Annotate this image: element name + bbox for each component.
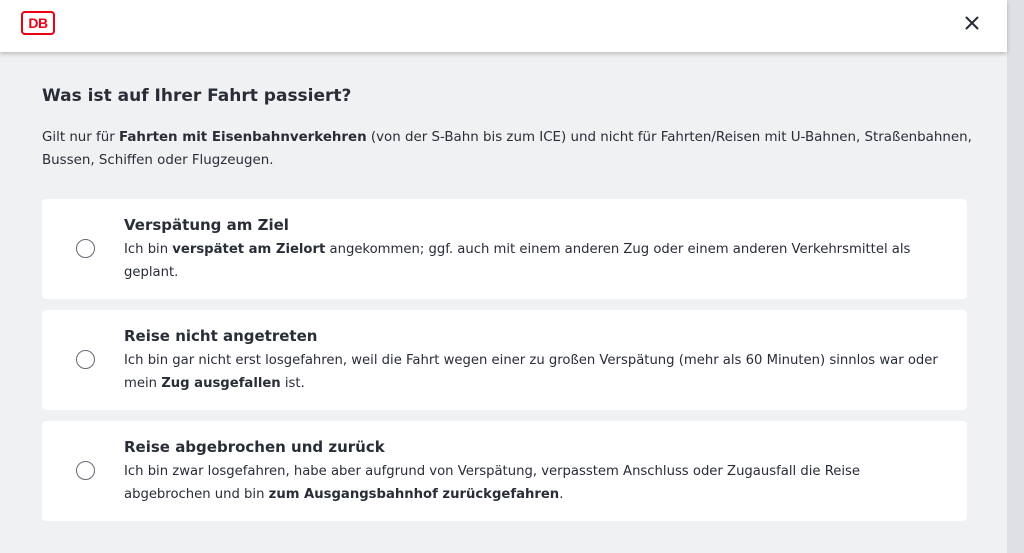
option-title: Reise nicht angetreten bbox=[124, 327, 318, 345]
intro-bold: Fahrten mit Eisenbahnverkehren bbox=[119, 130, 367, 145]
option-card-trip-not-started[interactable]: Reise nicht angetreten Ich bin gar nicht… bbox=[42, 310, 967, 410]
option-description: Ich bin gar nicht erst losgefahren, weil… bbox=[124, 350, 944, 395]
option-text-after: . bbox=[559, 486, 564, 502]
option-text-bold: zum Ausgangsbahnhof zurückgefahren bbox=[268, 486, 560, 502]
option-text-bold: Zug ausgefallen bbox=[161, 375, 281, 391]
page-title: Was ist auf Ihrer Fahrt passiert? bbox=[42, 86, 352, 106]
claim-modal: DB Was ist auf Ihrer Fahrt passiert? Gil… bbox=[0, 0, 1007, 553]
close-button[interactable] bbox=[958, 9, 986, 37]
option-text-before: Ich bin bbox=[124, 242, 173, 257]
option-card-trip-aborted-and-returned[interactable]: Reise abgebrochen und zurück Ich bin zwa… bbox=[42, 421, 967, 521]
option-text-bold: verspätet am Zielort bbox=[172, 242, 326, 257]
option-card-delay-at-destination[interactable]: Verspätung am Ziel Ich bin verspätet am … bbox=[42, 199, 967, 299]
option-text-after: ist. bbox=[280, 375, 305, 391]
option-title: Verspätung am Ziel bbox=[124, 216, 289, 234]
window-frame-edge bbox=[1007, 0, 1024, 553]
intro-text: Gilt nur für Fahrten mit Eisenbahnverkeh… bbox=[42, 126, 982, 172]
modal-header: DB bbox=[0, 0, 1007, 52]
db-logo: DB bbox=[21, 11, 55, 35]
intro-prefix: Gilt nur für bbox=[42, 130, 120, 145]
db-logo-text: DB bbox=[28, 15, 48, 31]
radio-unchecked-icon[interactable] bbox=[76, 350, 95, 369]
radio-unchecked-icon[interactable] bbox=[76, 239, 95, 258]
radio-unchecked-icon[interactable] bbox=[76, 461, 95, 480]
close-icon bbox=[965, 16, 979, 30]
option-description: Ich bin verspätet am Zielort angekommen;… bbox=[124, 239, 944, 284]
option-title: Reise abgebrochen und zurück bbox=[124, 438, 385, 456]
option-description: Ich bin zwar losgefahren, habe aber aufg… bbox=[124, 461, 944, 506]
